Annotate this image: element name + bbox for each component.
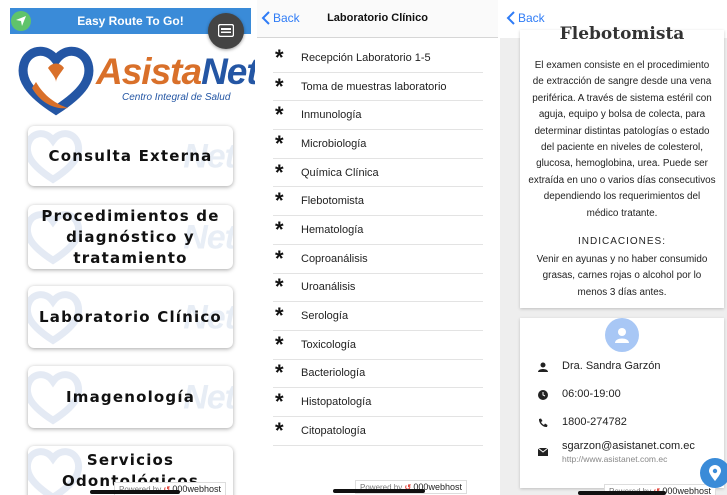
avatar (605, 318, 639, 352)
heart-logo-icon (18, 46, 94, 116)
home-indicator (333, 489, 425, 493)
asterisk-icon: * (275, 216, 284, 242)
contact-card: Dra. Sandra Garzón 06:00-19:00 1800-2747… (520, 318, 724, 488)
menu-label: Imagenología (65, 387, 196, 406)
lab-list: * Recepción Laboratorio 1-5 * Toma de mues… (273, 44, 483, 446)
brand-tagline: Centro Integral de Salud (122, 92, 231, 103)
list-item[interactable]: * Inmunología (273, 101, 483, 131)
asterisk-icon: * (275, 130, 284, 156)
list-item[interactable]: * Hematología (273, 216, 483, 245)
navigation-icon[interactable] (11, 11, 31, 31)
lab-screen: Back Laboratorio Clínico * Recepción Labo… (257, 0, 498, 495)
list-item[interactable]: * Coproanálisis (273, 245, 483, 274)
location-pin-button[interactable] (700, 458, 727, 488)
asterisk-icon: * (275, 73, 284, 99)
home-indicator (90, 490, 180, 494)
hours-row: 06:00-19:00 (538, 388, 621, 400)
website-link[interactable]: http://www.asistanet.com.ec (562, 454, 695, 464)
asterisk-icon: * (275, 245, 284, 271)
list-item[interactable]: * Serología (273, 302, 483, 331)
person-icon (538, 362, 548, 372)
list-item[interactable]: * Bacteriología (273, 360, 483, 389)
menu-label: Consulta Externa (48, 146, 213, 165)
menu-procedimientos[interactable]: Net Procedimientos de diagnóstico y trat… (28, 205, 233, 269)
asterisk-icon: * (275, 303, 284, 329)
asterisk-icon: * (275, 274, 284, 300)
asterisk-icon: * (275, 389, 284, 415)
doctor-row: Dra. Sandra Garzón (538, 360, 660, 372)
asterisk-icon: * (275, 331, 284, 357)
menu-imagenologia[interactable]: Net Imagenología (28, 366, 233, 428)
email-address: sgarzon@asistanet.com.ec (562, 440, 695, 452)
description-card: Flebotomista El examen consiste en el pr… (520, 24, 724, 308)
asterisk-icon: * (275, 102, 284, 128)
menu-label: Procedimientos de diagnóstico y tratamie… (41, 206, 220, 267)
mail-icon (538, 448, 548, 456)
list-item[interactable]: * Toxicología (273, 331, 483, 360)
list-item[interactable]: * Citopatología (273, 417, 483, 446)
email-row[interactable]: sgarzon@asistanet.com.ec http://www.asis… (538, 440, 695, 464)
office-hours: 06:00-19:00 (562, 388, 621, 400)
page-title: Laboratorio Clínico (327, 12, 428, 24)
asterisk-icon: * (275, 188, 284, 214)
menu-laboratorio-clinico[interactable]: Net Laboratorio Clínico (28, 286, 233, 348)
list-item[interactable]: * Toma de muestras laboratorio (273, 73, 483, 102)
chevron-left-icon (506, 11, 515, 25)
phone-row[interactable]: 1800-274782 (538, 416, 627, 428)
menu-consulta-externa[interactable]: Net Consulta Externa (28, 126, 233, 186)
description-text: El examen consiste en el procedimiento d… (528, 60, 716, 219)
phone-icon (538, 418, 548, 428)
user-icon (615, 328, 629, 343)
navigation-bar: Back Laboratorio Clínico (257, 0, 498, 38)
detail-screen: Back Flebotomista El examen consiste en … (500, 0, 727, 495)
asterisk-icon: * (275, 360, 284, 386)
home-screen: Easy Route To Go! AsistaNet Centro Integ… (0, 0, 255, 495)
list-item[interactable]: * Histopatología (273, 388, 483, 417)
list-item[interactable]: * Química Clínica (273, 159, 483, 188)
list-item[interactable]: * Flebotomista (273, 187, 483, 217)
list-item[interactable]: * Uroanálisis (273, 274, 483, 303)
indications-text: Venir en ayunas y no haber consumido gra… (536, 254, 708, 298)
brand-name: AsistaNet (96, 51, 255, 92)
list-item[interactable]: * Recepción Laboratorio 1-5 (273, 44, 483, 73)
asterisk-icon: * (275, 417, 284, 443)
list-item[interactable]: * Microbiología (273, 130, 483, 159)
home-indicator (578, 491, 666, 495)
doctor-name: Dra. Sandra Garzón (562, 360, 661, 372)
phone-number: 1800-274782 (562, 416, 627, 428)
indications-title: INDICACIONES: (577, 236, 666, 247)
back-button[interactable]: Back (506, 11, 545, 25)
menu-label: Laboratorio Clínico (39, 307, 222, 326)
asistanet-logo: AsistaNet Centro Integral de Salud (18, 44, 255, 116)
asterisk-icon: * (275, 44, 284, 70)
location-pin-icon (709, 465, 721, 481)
detail-heading: Flebotomista (559, 24, 685, 44)
asterisk-icon: * (275, 159, 284, 185)
clock-icon (538, 390, 548, 400)
